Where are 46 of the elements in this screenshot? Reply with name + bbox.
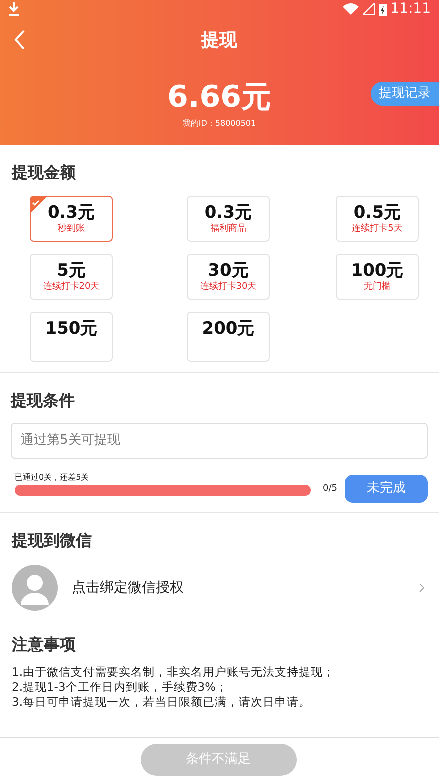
- amount-value: 200元: [202, 319, 255, 339]
- user-id: 我的ID：58000501: [182, 118, 256, 130]
- amount-note: 无门槛: [364, 281, 391, 293]
- amount-value: 100元: [351, 261, 404, 281]
- progress-label: 已通过0关，还差5关: [15, 473, 90, 483]
- amount-value: 0.3元: [48, 203, 96, 223]
- notice-line: 1.由于微信支付需要实名制，非实名用户账号无法支持提现；: [12, 665, 336, 680]
- balance-amount: 6.66元: [167, 80, 272, 116]
- amount-option[interactable]: 5元 连续打卡20天: [30, 254, 113, 300]
- amount-value: 30元: [208, 261, 249, 281]
- amount-option[interactable]: 0.3元 福利商品: [186, 196, 270, 242]
- amount-option[interactable]: 0.5元 连续打卡5天: [336, 196, 419, 242]
- back-icon[interactable]: [14, 30, 26, 50]
- download-icon: [8, 2, 20, 16]
- wechat-bind-row[interactable]: 点击绑定微信授权: [12, 565, 427, 611]
- section-title: 提现金额: [12, 162, 77, 184]
- section-title: 提现条件: [11, 390, 76, 412]
- condition-field: 通过第5关可提现: [11, 423, 428, 459]
- wifi-icon: [342, 3, 359, 15]
- amount-note: 连续打卡30天: [200, 281, 257, 293]
- amount-note: 秒到账: [58, 223, 85, 235]
- amount-note: 福利商品: [210, 223, 246, 235]
- amount-option[interactable]: 30元 连续打卡30天: [186, 254, 270, 300]
- section-title: 注意事项: [12, 634, 77, 656]
- amount-value: 0.5元: [354, 203, 402, 223]
- amount-option[interactable]: 150元: [30, 312, 113, 362]
- amount-option[interactable]: 0.3元 秒到账: [30, 196, 113, 242]
- notice-line: 2.提现1-3个工作日内到账，手续费3%；: [12, 680, 229, 695]
- amount-value: 5元: [57, 261, 86, 281]
- chevron-right-icon: [419, 583, 425, 593]
- avatar-icon: [12, 565, 58, 611]
- signal-icon: [362, 3, 375, 15]
- notice-line: 3.每日可申请提现一次，若当日限额已满，请次日申请。: [12, 695, 312, 710]
- bind-wechat-label: 点击绑定微信授权: [72, 578, 184, 598]
- progress-reading: 0/5: [323, 482, 338, 496]
- amount-option[interactable]: 100元 无门槛: [336, 254, 419, 300]
- amount-value: 150元: [45, 319, 98, 339]
- amount-option[interactable]: 200元: [186, 312, 270, 362]
- section-title: 提现到微信: [12, 530, 93, 552]
- amount-value: 0.3元: [204, 203, 252, 223]
- page-title: 提现: [202, 28, 238, 52]
- amount-note: 连续打卡5天: [352, 223, 403, 235]
- battery-icon: [378, 2, 387, 16]
- check-corner-icon: [31, 197, 47, 213]
- status-time: 11:11: [390, 0, 431, 18]
- amount-note: 连续打卡20天: [43, 281, 100, 293]
